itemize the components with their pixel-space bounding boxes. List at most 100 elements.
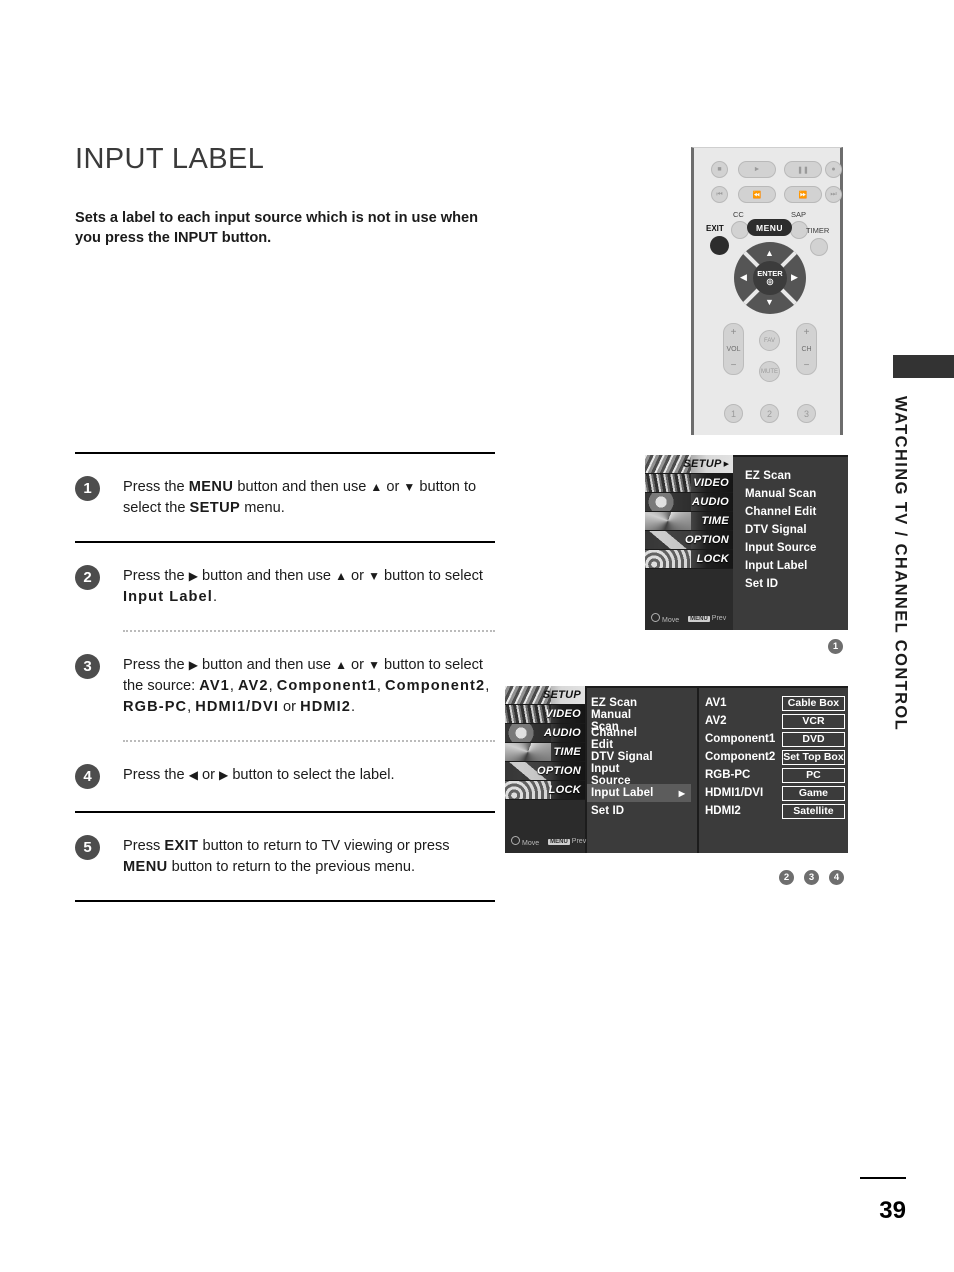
fav-button[interactable]: FAV <box>759 330 780 351</box>
osd-category-video[interactable]: VIDEO <box>645 474 733 493</box>
number-button-1[interactable]: 1 <box>724 404 743 423</box>
skip-forward-icon: ⏭ <box>825 186 842 203</box>
pause-icon: ❚❚ <box>784 161 822 178</box>
osd-menu-item[interactable]: Manual Scan <box>745 485 845 503</box>
rewind-icon: ⏪ <box>738 186 776 203</box>
osd-menu-item-label: Manual Scan <box>745 488 817 500</box>
osd-menu-item[interactable]: Channel Edit <box>591 727 653 751</box>
category-thumbnail-image <box>645 493 691 511</box>
osd2-top-rule <box>585 686 848 688</box>
osd-menu-item[interactable]: Channel Edit <box>745 503 845 521</box>
number-button-3[interactable]: 3 <box>797 404 816 423</box>
osd-category-lock[interactable]: LOCK <box>645 550 733 569</box>
osd-category-time[interactable]: TIME <box>505 743 585 762</box>
osd1-move-hint: Move <box>651 613 679 624</box>
menu-chip-icon: MENU <box>548 839 570 845</box>
osd-source-row[interactable]: RGB-PC PC <box>705 766 845 784</box>
step-1: 1 Press the MENU button and then use ▲ or… <box>75 476 495 519</box>
number-1-label: 1 <box>730 408 736 419</box>
osd-source-row[interactable]: HDMI2 Satellite <box>705 802 845 820</box>
channel-up-icon[interactable]: + <box>804 327 810 338</box>
menu-button[interactable]: MENU <box>747 219 792 236</box>
osd-menu-item[interactable]: Input Source <box>745 539 845 557</box>
dpad-left-icon[interactable]: ◀ <box>740 273 747 282</box>
osd-category-option[interactable]: OPTION <box>645 531 733 550</box>
category-thumbnail-image <box>645 474 691 492</box>
exit-button[interactable] <box>710 236 729 255</box>
menu-chip-icon: MENU <box>688 616 710 622</box>
fast-forward-icon: ⏩ <box>784 186 822 203</box>
osd2-column-divider-2 <box>697 686 699 853</box>
step-instruction-text: Press the ◀ or ▶ button to select the la… <box>123 767 395 783</box>
step-instruction-text: Press the ▶ button and then use ▲ or ▼ b… <box>123 657 490 715</box>
osd-source-row[interactable]: Component1 DVD <box>705 730 845 748</box>
osd-category-option[interactable]: OPTION <box>505 762 585 781</box>
osd-menu-item[interactable]: Input Label ▶ <box>587 784 691 802</box>
osd-source-label-value[interactable]: DVD <box>781 731 845 747</box>
osd-category-label: SETUP <box>683 458 722 470</box>
dpad-down-icon[interactable]: ▼ <box>765 298 774 307</box>
category-thumbnail-image <box>505 781 551 799</box>
channel-down-icon[interactable]: − <box>804 360 810 371</box>
osd-category-label: TIME <box>553 746 581 758</box>
osd-source-label-value[interactable]: Set Top Box <box>781 749 845 765</box>
osd1-top-rule <box>733 455 848 457</box>
fav-label: FAV <box>764 337 775 344</box>
category-thumbnail-image <box>505 743 551 761</box>
osd-category-time[interactable]: TIME <box>645 512 733 531</box>
osd-source-label-value[interactable]: Game <box>781 785 845 801</box>
osd-category-label: SETUP <box>542 689 581 701</box>
osd-source-row[interactable]: Component2 Set Top Box <box>705 748 845 766</box>
osd-menu-item[interactable]: Input Label <box>745 557 845 575</box>
osd-menu-item[interactable]: Input Source <box>591 763 653 787</box>
osd-category-audio[interactable]: AUDIO <box>645 493 733 512</box>
chevron-right-icon: ▶ <box>723 461 729 468</box>
osd-menu-item-label: DTV Signal <box>591 751 653 763</box>
joystick-icon <box>651 613 660 622</box>
step-number-badge: 5 <box>75 835 100 860</box>
step-number-badge: 3 <box>75 654 100 679</box>
osd-source-label-value[interactable]: Satellite <box>781 803 845 819</box>
osd-category-label: LOCK <box>696 553 729 565</box>
osd-category-lock[interactable]: LOCK <box>505 781 585 800</box>
osd-menu-item[interactable]: Set ID <box>745 575 845 593</box>
osd-source-name: AV1 <box>705 697 727 709</box>
osd-category-label: VIDEO <box>693 477 729 489</box>
osd-source-label-value[interactable]: Cable Box <box>781 695 845 711</box>
exit-label: EXIT <box>706 224 724 233</box>
osd-source-name: Component2 <box>705 751 776 763</box>
osd-category-setup[interactable]: SETUP <box>505 686 585 705</box>
osd2-prev-hint: MENU Prev <box>548 838 587 845</box>
osd-category-label: AUDIO <box>692 496 729 508</box>
osd-category-label: LOCK <box>548 784 581 796</box>
timer-button[interactable] <box>810 238 828 256</box>
osd-source-name: RGB-PC <box>705 769 751 781</box>
osd-menu-item[interactable]: Set ID <box>591 802 653 820</box>
volume-rocker[interactable]: + VOL − <box>723 323 744 375</box>
osd-source-label-value[interactable]: PC <box>781 767 845 783</box>
volume-up-icon[interactable]: + <box>731 327 737 338</box>
osd-source-label-value[interactable]: VCR <box>781 713 845 729</box>
volume-down-icon[interactable]: − <box>731 360 737 371</box>
channel-rocker[interactable]: + CH − <box>796 323 817 375</box>
vol-label: VOL <box>726 345 741 353</box>
osd-source-row[interactable]: AV2 VCR <box>705 712 845 730</box>
enter-button[interactable]: ENTER ◎ <box>753 261 787 295</box>
osd-category-setup[interactable]: SETUP ▶ <box>645 455 733 474</box>
osd-menu-item[interactable]: DTV Signal <box>745 521 845 539</box>
osd-category-audio[interactable]: AUDIO <box>505 724 585 743</box>
dpad[interactable]: ▲ ▼ ◀ ▶ ENTER ◎ <box>734 242 806 314</box>
number-button-2[interactable]: 2 <box>760 404 779 423</box>
mute-label: MUTE <box>761 368 778 375</box>
osd-source-row[interactable]: AV1 Cable Box <box>705 694 845 712</box>
osd-screenshot-step234: SETUP VIDEO AUDIO TIME OPTION LOCK EZ Scan Man… <box>505 686 848 853</box>
cc-button[interactable] <box>731 221 749 239</box>
osd-category-video[interactable]: VIDEO <box>505 705 585 724</box>
osd-menu-item-label: EZ Scan <box>745 470 792 482</box>
mute-button[interactable]: MUTE <box>759 361 780 382</box>
section-tab-marker <box>893 355 954 378</box>
dpad-up-icon[interactable]: ▲ <box>765 249 774 258</box>
osd-source-row[interactable]: HDMI1/DVI Game <box>705 784 845 802</box>
osd-menu-item[interactable]: EZ Scan <box>745 467 845 485</box>
dpad-right-icon[interactable]: ▶ <box>791 273 798 282</box>
